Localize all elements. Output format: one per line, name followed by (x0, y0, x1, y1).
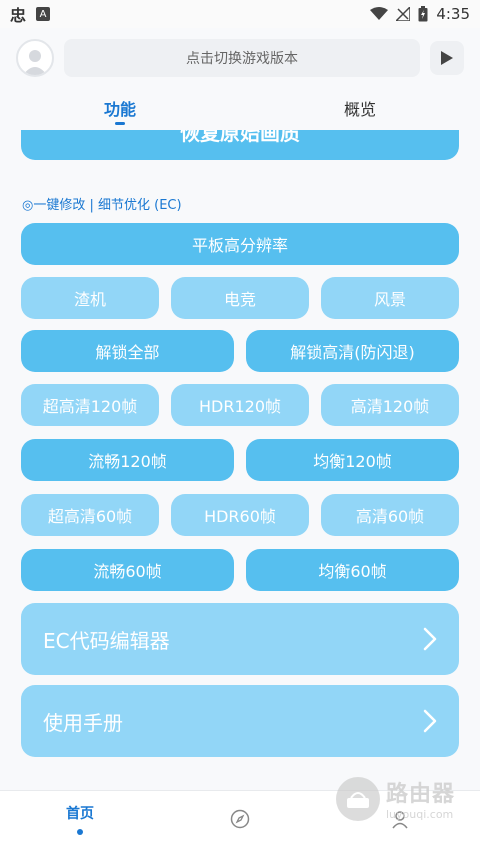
status-bar: 忠 A 4:35 (0, 0, 480, 28)
section-label: ◎一键修改 | 细节优化 (EC) (22, 198, 182, 213)
watermark-url: luyouqi.com (386, 808, 454, 821)
a-badge-icon: A (36, 7, 51, 21)
clock: 4:35 (436, 5, 470, 23)
smooth-120fps-button[interactable]: 流畅120帧 (21, 439, 234, 481)
tab-indicator (115, 122, 125, 125)
router-logo-icon (336, 776, 380, 821)
restore-quality-button[interactable]: 恢复原始画质 (21, 130, 459, 160)
ec-code-editor-card[interactable]: EC代码编辑器 (21, 603, 459, 675)
hdr-60fps-button[interactable]: HDR60帧 (171, 494, 309, 536)
chevron-right-icon (423, 709, 437, 733)
avatar-icon (23, 50, 47, 75)
header: 点击切换游戏版本 (0, 28, 480, 88)
tab-overview-label: 概览 (343, 100, 376, 119)
balanced-60fps-button[interactable]: 均衡60帧 (246, 549, 459, 591)
nav-active-dot (77, 828, 83, 835)
hdr-120fps-button[interactable]: HDR120帧 (171, 384, 309, 426)
uhd-120fps-button[interactable]: 超高清120帧 (21, 384, 159, 426)
game-version-search[interactable]: 点击切换游戏版本 (64, 39, 420, 77)
app-logo-icon: 忠 (10, 6, 27, 25)
user-manual-card[interactable]: 使用手册 (21, 685, 459, 757)
preset-low-end-button[interactable]: 渣机 (21, 277, 159, 319)
ec-code-editor-label: EC代码编辑器 (43, 628, 170, 653)
user-manual-label: 使用手册 (43, 710, 123, 735)
tab-features[interactable]: 功能 (0, 88, 240, 130)
chevron-right-icon (423, 627, 437, 651)
play-button[interactable] (430, 41, 464, 75)
nav-discover[interactable] (160, 791, 320, 846)
uhd-60fps-button[interactable]: 超高清60帧 (21, 494, 159, 536)
unlock-all-button[interactable]: 解锁全部 (21, 330, 234, 372)
battery-charging-icon (418, 6, 428, 22)
nav-home-label: 首页 (66, 805, 94, 822)
no-signal-icon (396, 7, 411, 21)
wifi-icon (370, 7, 389, 20)
compass-icon (230, 809, 250, 828)
preset-scenery-button[interactable]: 风景 (321, 277, 459, 319)
nav-home[interactable]: 首页 (0, 791, 160, 846)
play-icon (441, 51, 453, 65)
smooth-60fps-button[interactable]: 流畅60帧 (21, 549, 234, 591)
watermark: 路由器 luyouqi.com (336, 776, 455, 821)
feature-panel: 恢复原始画质 ◎一键修改 | 细节优化 (EC) 平板高分辨率 渣机 电竞 风景… (0, 130, 480, 790)
preset-esports-button[interactable]: 电竞 (171, 277, 309, 319)
tab-overview[interactable]: 概览 (240, 88, 480, 130)
unlock-hd-button[interactable]: 解锁高清(防闪退) (246, 330, 459, 372)
avatar[interactable] (16, 39, 54, 77)
tab-features-label: 功能 (103, 100, 136, 119)
balanced-120fps-button[interactable]: 均衡120帧 (246, 439, 459, 481)
hd-120fps-button[interactable]: 高清120帧 (321, 384, 459, 426)
tablet-resolution-button[interactable]: 平板高分辨率 (21, 223, 459, 265)
tab-bar: 功能 概览 (0, 88, 480, 130)
watermark-title: 路由器 (386, 782, 456, 807)
hd-60fps-button[interactable]: 高清60帧 (321, 494, 459, 536)
